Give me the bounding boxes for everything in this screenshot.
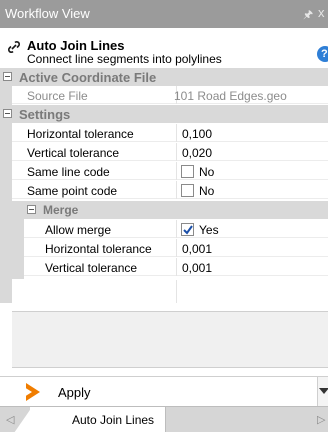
same-line-code-checkbox[interactable] bbox=[181, 165, 194, 178]
property-label: Vertical tolerance bbox=[45, 261, 138, 275]
property-row-allow-merge[interactable]: Allow merge Yes bbox=[24, 220, 328, 238]
apply-dropdown-button[interactable] bbox=[317, 377, 328, 407]
property-label: Source File bbox=[27, 89, 88, 103]
checkmark-icon bbox=[183, 225, 193, 235]
property-grid-gutter bbox=[0, 68, 12, 303]
column-divider bbox=[176, 220, 177, 238]
property-row-merge-vertical-tolerance[interactable]: Vertical tolerance 0,001 bbox=[24, 258, 328, 276]
property-row-source-file[interactable]: Source File 101 Road Edges.geo bbox=[12, 86, 328, 104]
tab-auto-join-lines[interactable]: Auto Join Lines bbox=[30, 407, 166, 432]
column-splitter[interactable] bbox=[176, 280, 177, 303]
link-icon bbox=[8, 41, 20, 53]
help-icon[interactable]: ? bbox=[317, 46, 328, 62]
checkbox-value: Yes bbox=[199, 223, 219, 237]
tab-next-icon[interactable]: ▷ bbox=[317, 413, 325, 426]
property-label: Horizontal tolerance bbox=[45, 242, 152, 256]
apply-bar: Apply bbox=[0, 376, 328, 407]
tab-label: Auto Join Lines bbox=[72, 413, 155, 427]
column-divider bbox=[176, 162, 177, 180]
checkbox-value: No bbox=[199, 165, 215, 179]
column-divider bbox=[176, 239, 177, 257]
property-label: Allow merge bbox=[45, 223, 112, 237]
category-settings[interactable]: Settings bbox=[0, 105, 328, 123]
description-pane bbox=[12, 311, 328, 368]
property-label: Same point code bbox=[27, 184, 118, 198]
column-divider bbox=[176, 258, 177, 276]
property-value[interactable]: 0,100 bbox=[182, 127, 212, 141]
property-label: Same line code bbox=[27, 165, 110, 179]
command-header: Auto Join Lines Connect line segments in… bbox=[0, 28, 328, 68]
category-active-coordinate-file[interactable]: Active Coordinate File bbox=[0, 68, 328, 86]
property-label: Horizontal tolerance bbox=[27, 127, 134, 141]
window-title: Workflow View bbox=[5, 6, 90, 21]
allow-merge-checkbox[interactable] bbox=[181, 223, 194, 236]
category-merge[interactable]: Merge bbox=[12, 201, 328, 219]
category-label: Active Coordinate File bbox=[19, 70, 157, 85]
column-divider bbox=[176, 124, 177, 142]
column-divider bbox=[176, 181, 177, 199]
apply-arrow-icon-inner bbox=[24, 387, 32, 397]
property-row-same-line-code[interactable]: Same line code No bbox=[12, 162, 328, 180]
collapse-icon[interactable] bbox=[27, 205, 36, 214]
pin-icon[interactable]: 🖈 bbox=[303, 6, 313, 25]
category-label: Merge bbox=[43, 203, 79, 217]
tab-bar: ◁ Auto Join Lines ▷ bbox=[0, 406, 328, 432]
collapse-icon[interactable] bbox=[3, 72, 12, 81]
property-value: 101 Road Edges.geo bbox=[174, 89, 287, 103]
apply-button[interactable]: Apply bbox=[58, 385, 91, 400]
property-row-horizontal-tolerance[interactable]: Horizontal tolerance 0,100 bbox=[12, 124, 328, 142]
column-divider bbox=[176, 143, 177, 161]
checkbox-value: No bbox=[199, 184, 215, 198]
property-value[interactable]: 0,020 bbox=[182, 146, 212, 160]
collapse-icon[interactable] bbox=[3, 109, 12, 118]
window-titlebar: Workflow View 🖈 x bbox=[0, 0, 328, 28]
property-row-vertical-tolerance[interactable]: Vertical tolerance 0,020 bbox=[12, 143, 328, 161]
merge-gutter bbox=[12, 219, 24, 279]
same-point-code-checkbox[interactable] bbox=[181, 184, 194, 197]
command-name: Auto Join Lines bbox=[27, 38, 125, 53]
property-value[interactable]: 0,001 bbox=[182, 261, 212, 275]
chevron-down-icon bbox=[319, 388, 328, 394]
property-label: Vertical tolerance bbox=[27, 146, 120, 160]
property-row-same-point-code[interactable]: Same point code No bbox=[12, 181, 328, 199]
category-label: Settings bbox=[19, 107, 71, 122]
close-icon[interactable]: x bbox=[318, 5, 325, 20]
property-value[interactable]: 0,001 bbox=[182, 242, 212, 256]
property-row-merge-horizontal-tolerance[interactable]: Horizontal tolerance 0,001 bbox=[24, 239, 328, 257]
command-description: Connect line segments into polylines bbox=[27, 52, 222, 66]
